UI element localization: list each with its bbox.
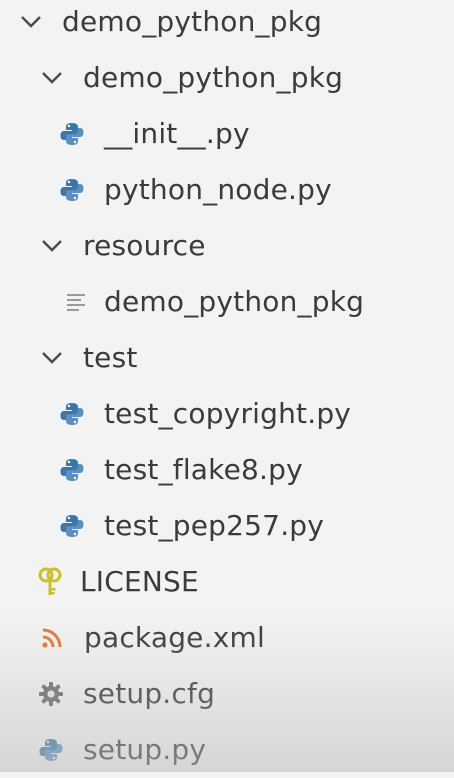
- tree-file-demo-python-pkg-resource[interactable]: demo_python_pkg: [0, 274, 454, 330]
- python-file-icon: [58, 456, 86, 484]
- tree-file-test-flake8-py[interactable]: test_flake8.py: [0, 442, 454, 498]
- tree-item-label: demo_python_pkg: [104, 285, 365, 318]
- tree-file-license[interactable]: LICENSE: [0, 554, 454, 610]
- license-key-icon: [36, 567, 64, 596]
- tree-file-package-xml[interactable]: package.xml: [0, 610, 454, 666]
- python-file-icon: [58, 120, 86, 148]
- tree-folder-demo-python-pkg[interactable]: demo_python_pkg: [0, 50, 454, 106]
- tree-file-python-node-py[interactable]: python_node.py: [0, 162, 454, 218]
- chevron-down-icon[interactable]: [41, 235, 63, 257]
- tree-item-label: test_copyright.py: [104, 397, 352, 430]
- tree-item-label: setup.py: [83, 733, 207, 766]
- rss-icon: [38, 624, 66, 652]
- tree-file-setup-cfg[interactable]: setup.cfg: [0, 666, 454, 722]
- tree-file-setup-py[interactable]: setup.py: [0, 722, 454, 778]
- tree-item-label: test_flake8.py: [104, 453, 303, 486]
- tree-file-test-pep257-py[interactable]: test_pep257.py: [0, 498, 454, 554]
- python-file-icon: [58, 176, 86, 204]
- python-file-icon: [58, 400, 86, 428]
- tree-item-label: resource: [83, 229, 206, 262]
- python-file-icon: [58, 512, 86, 540]
- chevron-down-icon[interactable]: [41, 67, 63, 89]
- chevron-down-icon[interactable]: [20, 11, 42, 33]
- tree-file-test-copyright-py[interactable]: test_copyright.py: [0, 386, 454, 442]
- gear-icon: [37, 680, 65, 708]
- tree-item-label: LICENSE: [80, 565, 199, 598]
- file-explorer-tree: demo_python_pkg demo_python_pkg __init__…: [0, 0, 454, 772]
- python-file-icon: [37, 736, 65, 764]
- tree-item-label: test: [83, 341, 138, 374]
- tree-item-label: python_node.py: [104, 173, 332, 206]
- tree-item-label: demo_python_pkg: [83, 61, 344, 94]
- tree-item-label: test_pep257.py: [104, 509, 325, 542]
- tree-item-label: setup.cfg: [83, 677, 216, 710]
- tree-item-label: package.xml: [84, 621, 265, 654]
- tree-item-label: __init__.py: [104, 117, 250, 150]
- chevron-down-icon[interactable]: [41, 347, 63, 369]
- tree-file-init-py[interactable]: __init__.py: [0, 106, 454, 162]
- tree-folder-demo-python-pkg-root[interactable]: demo_python_pkg: [0, 0, 454, 50]
- tree-folder-resource[interactable]: resource: [0, 218, 454, 274]
- tree-folder-test[interactable]: test: [0, 330, 454, 386]
- tree-item-label: demo_python_pkg: [62, 5, 323, 38]
- text-file-icon: [62, 288, 90, 316]
